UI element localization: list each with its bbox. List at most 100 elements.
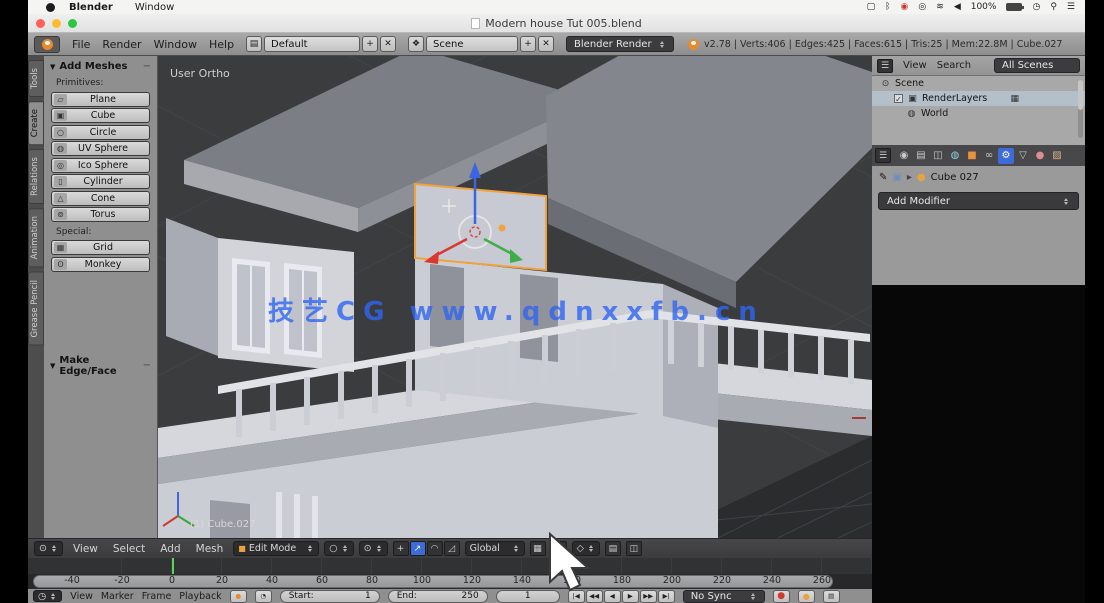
modifiers-tab-icon[interactable]: ⚙ [998, 148, 1014, 164]
outliner-menu-view[interactable]: View [903, 60, 927, 71]
clock-icon[interactable]: ◷ [1032, 2, 1040, 12]
object-data-tab-icon[interactable]: ▽ [1015, 148, 1031, 164]
mode-dropdown[interactable]: ■ Edit Mode [233, 541, 319, 556]
view-all-button[interactable]: ◔ [255, 590, 272, 603]
add-grid-button[interactable]: ▦Grid [51, 240, 150, 255]
add-torus-button[interactable]: ⊚Torus [51, 207, 150, 222]
timeline-menu-marker[interactable]: Marker [101, 591, 134, 602]
add-meshes-panel-header[interactable]: ▼ Add Meshes − [44, 56, 157, 75]
target-icon[interactable]: ◎ [918, 2, 926, 12]
constraints-tab-icon[interactable]: ∞ [981, 148, 997, 164]
opengl-render-anim-button[interactable]: ◫ [626, 541, 642, 556]
sync-mode-dropdown[interactable]: No Sync [683, 590, 765, 603]
world-tab-icon[interactable]: ◍ [947, 148, 963, 164]
scene-tab-icon[interactable]: ◫ [930, 148, 946, 164]
apple-menu-icon[interactable] [46, 3, 55, 12]
renderlayers-checkbox[interactable]: ✓ [894, 94, 903, 103]
macos-menu-window[interactable]: Window [135, 2, 174, 13]
add-cone-button[interactable]: △Cone [51, 191, 150, 206]
preview-range-button[interactable]: ● [230, 590, 247, 603]
timeline-menu-frame[interactable]: Frame [142, 591, 172, 602]
play-button[interactable]: ▶ [622, 590, 639, 603]
zoom-window-button[interactable] [68, 19, 77, 28]
scale-manipulator-button[interactable]: ◿ [444, 541, 460, 556]
texture-tab-icon[interactable]: ▨ [1049, 148, 1065, 164]
display-icon[interactable]: ▢ [867, 2, 876, 12]
add-cylinder-button[interactable]: ▯Cylinder [51, 174, 150, 189]
viewport-shading-dropdown[interactable]: ○ [324, 541, 353, 556]
add-uv-sphere-button[interactable]: ◍UV Sphere [51, 141, 150, 156]
timeline-editor-type-button[interactable]: ◷ [33, 590, 62, 602]
viewport-menu-mesh[interactable]: Mesh [196, 543, 224, 555]
layers-widget[interactable]: ▦ [530, 541, 546, 556]
tab-grease-pencil[interactable]: Grease Pencil [28, 272, 44, 346]
next-keyframe-button[interactable]: ▶▶ [640, 590, 657, 603]
outliner-editor-type-button[interactable]: ☰ [877, 59, 893, 73]
scene-add-button[interactable]: + [520, 36, 536, 52]
timeline-track[interactable] [28, 558, 872, 574]
render-layers-tab-icon[interactable]: ▤ [913, 148, 929, 164]
outliner-row-renderlayers[interactable]: ✓ ▣ RenderLayers ▦ [872, 91, 1085, 106]
auto-keyframe-button[interactable]: ● [798, 590, 815, 603]
search-icon[interactable]: ⚲ [1050, 2, 1057, 12]
timeline-menu-view[interactable]: View [70, 591, 93, 602]
viewport-menu-add[interactable]: Add [160, 543, 180, 555]
outliner-scrollbar[interactable] [1078, 80, 1083, 138]
renderlayers-render-icon[interactable]: ▦ [1009, 94, 1020, 104]
screen-layout-browse-icon[interactable]: ▤ [246, 36, 262, 52]
screen-layout-delete-button[interactable]: ✕ [380, 36, 396, 52]
add-circle-button[interactable]: ○Circle [51, 125, 150, 140]
viewport-menu-select[interactable]: Select [113, 543, 145, 555]
viewport-menu-view[interactable]: View [73, 543, 98, 555]
viewport-3d[interactable]: User Ortho 技艺CG www.qdnxxfb.cn (1) Cube.… [158, 56, 872, 538]
object-browse-icon[interactable]: ▣ [892, 172, 901, 183]
tab-animation[interactable]: Animation [28, 208, 44, 267]
end-frame-field[interactable]: End: 250 [388, 590, 488, 603]
outliner-display-mode-dropdown[interactable]: All Scenes [994, 58, 1080, 73]
outliner-scrollbar-thumb[interactable] [1078, 80, 1083, 110]
bluetooth-icon[interactable]: ᛒ [885, 2, 890, 12]
eyedropper-icon[interactable]: ✎ [879, 172, 887, 183]
add-modifier-dropdown[interactable]: Add Modifier [878, 192, 1079, 210]
rotate-manipulator-button[interactable]: ◠ [427, 541, 443, 556]
menu-file[interactable]: File [72, 38, 90, 51]
wifi-icon[interactable]: ≋ [936, 2, 944, 12]
add-plane-button[interactable]: ▱Plane [51, 92, 150, 107]
outliner-menu-search[interactable]: Search [937, 60, 971, 71]
material-tab-icon[interactable]: ● [1032, 148, 1048, 164]
keying-set-button[interactable]: ▤ [823, 590, 840, 603]
render-engine-dropdown[interactable]: Blender Render [566, 36, 674, 52]
screen-layout-field[interactable]: Default [264, 36, 360, 52]
volume-icon[interactable]: ◀ [954, 2, 961, 12]
tab-relations[interactable]: Relations [28, 149, 44, 204]
add-cube-button[interactable]: ▣Cube [51, 108, 150, 123]
menu-render[interactable]: Render [102, 38, 141, 51]
render-tab-icon[interactable]: ◉ [896, 148, 912, 164]
tab-tools[interactable]: Tools [28, 60, 44, 97]
jump-to-end-button[interactable]: ▶| [658, 590, 675, 603]
scene-browse-icon[interactable]: ❖ [408, 36, 424, 52]
close-window-button[interactable] [36, 19, 45, 28]
menu-window[interactable]: Window [154, 38, 197, 51]
screen-record-icon[interactable]: ◉ [901, 2, 909, 12]
tab-create[interactable]: Create [28, 101, 44, 145]
translate-manipulator-button[interactable]: ↗ [410, 541, 426, 556]
screen-layout-add-button[interactable]: + [362, 36, 378, 52]
menu-help[interactable]: Help [209, 38, 234, 51]
manipulator-toggle-button[interactable]: + [393, 541, 409, 556]
notification-list-icon[interactable]: ☰ [1067, 2, 1075, 12]
current-frame-playhead[interactable] [172, 558, 174, 574]
transform-orientation-dropdown[interactable]: Global [465, 541, 525, 556]
object-tab-icon[interactable]: ■ [964, 148, 980, 164]
scene-delete-button[interactable]: ✕ [538, 36, 554, 52]
outliner-row-world[interactable]: ◍ World [872, 106, 1085, 121]
outliner-row-scene[interactable]: ⊙ Scene [872, 76, 1085, 91]
pivot-point-dropdown[interactable]: ⊙ [359, 541, 388, 556]
minimize-window-button[interactable] [52, 19, 61, 28]
properties-editor-type-button[interactable]: ☰ [875, 148, 891, 163]
record-button[interactable]: ● [773, 590, 790, 603]
macos-menu-blender[interactable]: Blender [69, 2, 113, 13]
make-edge-face-panel-header[interactable]: ▼ Make Edge/Face − [44, 350, 157, 380]
add-monkey-button[interactable]: ʘMonkey [51, 257, 150, 272]
blender-logo-button[interactable] [34, 36, 60, 53]
